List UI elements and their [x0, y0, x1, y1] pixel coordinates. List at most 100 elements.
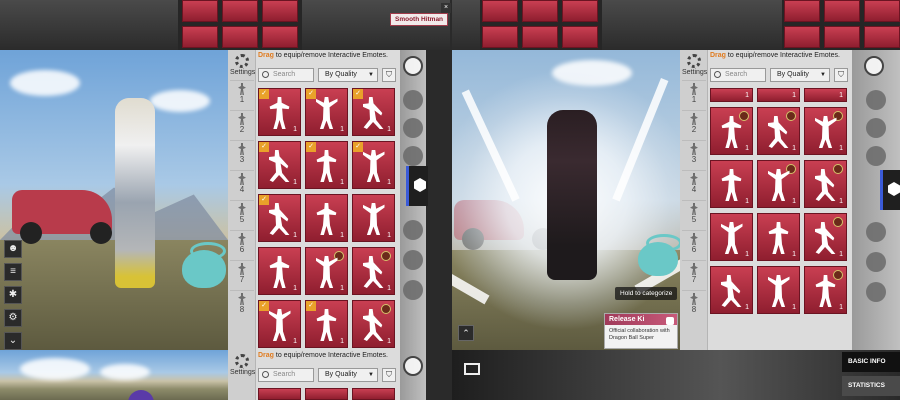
cube-icon[interactable] — [880, 170, 900, 210]
emote-tile[interactable]: 1 — [305, 194, 348, 242]
emote-tile[interactable]: ✓ 1 — [352, 141, 395, 189]
mini-emote-tile[interactable] — [182, 26, 218, 48]
emote-tile[interactable]: ✓ 1 — [305, 141, 348, 189]
gun-icon[interactable] — [403, 118, 423, 138]
filter-icon[interactable]: ⛉ — [382, 368, 396, 382]
gear-icon[interactable]: ✱ — [4, 286, 22, 304]
emote-tile[interactable]: 1 — [757, 213, 800, 261]
mini-emote-tile[interactable] — [222, 26, 258, 48]
expand-icon[interactable] — [464, 363, 480, 375]
settings-icon[interactable]: ⚙ — [4, 309, 22, 327]
chevron-down-icon[interactable]: ⌄ — [4, 332, 22, 350]
parachute-icon[interactable] — [403, 250, 423, 270]
emote-slot[interactable]: 8 — [230, 290, 254, 316]
emote-tile[interactable]: 1 — [710, 107, 753, 155]
emote-slot[interactable]: 2 — [682, 110, 706, 136]
emote-tile[interactable]: 1 — [710, 213, 753, 261]
helmet-icon[interactable] — [866, 90, 886, 110]
emote-tile[interactable]: 1 — [757, 160, 800, 208]
search-input[interactable]: Search — [258, 368, 314, 382]
emote-slot[interactable]: 6 — [230, 230, 254, 256]
emote-slot[interactable]: 5 — [682, 200, 706, 226]
emote-slot[interactable]: 4 — [682, 170, 706, 196]
filter-icon[interactable]: ⛉ — [834, 68, 848, 82]
emote-slot[interactable]: 2 — [230, 110, 254, 136]
search-input[interactable]: Search — [258, 68, 314, 82]
settings-button[interactable]: Settings — [230, 52, 255, 76]
emote-tile[interactable]: 1 — [804, 107, 847, 155]
character-icon[interactable]: ☻ — [4, 240, 22, 258]
emote-tile[interactable]: 1 — [258, 247, 301, 295]
emote-tile[interactable]: 1 — [710, 266, 753, 314]
mini-emote-tile[interactable] — [262, 0, 298, 22]
settings-button[interactable]: Settings — [682, 52, 707, 76]
tab-statistics[interactable]: STATISTICS — [842, 376, 900, 396]
chevron-up-icon[interactable]: ⌃ — [458, 325, 474, 341]
emote-slot[interactable]: 1 — [230, 80, 254, 106]
helmet-icon[interactable] — [403, 90, 423, 110]
emote-tile[interactable]: ✓ 1 — [305, 88, 348, 136]
emote-tile[interactable] — [305, 388, 348, 400]
emote-tile[interactable]: 1 — [804, 266, 847, 314]
backpack-icon[interactable] — [866, 282, 886, 302]
emote-tile[interactable] — [352, 388, 395, 400]
emote-tile[interactable]: 1 — [804, 213, 847, 261]
emote-tile[interactable]: ✓ 1 — [352, 88, 395, 136]
emote-tile[interactable]: 1 — [804, 160, 847, 208]
mini-emote-tile[interactable] — [262, 26, 298, 48]
crate-icon[interactable] — [403, 220, 423, 240]
tab-basic-info[interactable]: BASIC INFO — [842, 352, 900, 372]
layers-icon[interactable]: ≡ — [4, 263, 22, 281]
mini-emote-tile[interactable] — [482, 0, 518, 22]
emote-tile[interactable]: 1 — [352, 194, 395, 242]
mini-emote-tile[interactable] — [522, 26, 558, 48]
emote-face-icon[interactable] — [864, 56, 884, 76]
emote-tile[interactable]: ✓ 1 — [258, 194, 301, 242]
emote-tile[interactable]: 1 — [710, 88, 753, 102]
mini-emote-tile[interactable] — [864, 0, 900, 22]
emote-slot[interactable]: 3 — [230, 140, 254, 166]
mini-emote-tile[interactable] — [824, 26, 860, 48]
emote-tile[interactable]: 1 — [757, 88, 800, 102]
emote-tile[interactable]: 1 — [710, 160, 753, 208]
emote-slot[interactable]: 1 — [682, 80, 706, 106]
emote-tile[interactable]: 1 — [804, 88, 847, 102]
emote-tile[interactable]: ✓ 1 — [258, 88, 301, 136]
mini-emote-tile[interactable] — [522, 0, 558, 22]
emote-slot[interactable]: 8 — [682, 290, 706, 316]
emote-slot[interactable]: 4 — [230, 170, 254, 196]
emote-slot[interactable]: 3 — [682, 140, 706, 166]
parachute-icon[interactable] — [866, 252, 886, 272]
mini-emote-tile[interactable] — [784, 26, 820, 48]
sort-dropdown[interactable]: By Quality ▼ — [318, 68, 378, 82]
sort-dropdown[interactable]: By Quality ▼ — [318, 368, 378, 382]
steering-wheel-icon[interactable] — [403, 146, 423, 166]
settings-button[interactable]: Settings — [230, 352, 255, 376]
mini-emote-tile[interactable] — [864, 26, 900, 48]
emote-tile[interactable]: 1 — [305, 247, 348, 295]
close-icon[interactable]: × — [441, 3, 451, 13]
emote-face-icon[interactable] — [403, 356, 423, 376]
filter-icon[interactable]: ⛉ — [382, 68, 396, 82]
gun-icon[interactable] — [866, 118, 886, 138]
cube-icon[interactable] — [406, 166, 428, 206]
emote-tile[interactable]: 1 — [352, 247, 395, 295]
crate-icon[interactable] — [866, 222, 886, 242]
mini-emote-tile[interactable] — [182, 0, 218, 22]
emote-tile[interactable]: ✓ 1 — [305, 300, 348, 348]
mini-emote-tile[interactable] — [222, 0, 258, 22]
search-input[interactable]: Search — [710, 68, 766, 82]
mini-emote-tile[interactable] — [562, 26, 598, 48]
mini-emote-tile[interactable] — [784, 0, 820, 22]
steering-wheel-icon[interactable] — [866, 146, 886, 166]
sort-dropdown[interactable]: By Quality ▼ — [770, 68, 830, 82]
emote-face-icon[interactable] — [403, 56, 423, 76]
emote-tile[interactable]: ✓ 1 — [258, 300, 301, 348]
emote-tile[interactable] — [258, 388, 301, 400]
emote-tile[interactable]: 1 — [757, 266, 800, 314]
emote-slot[interactable]: 7 — [682, 260, 706, 286]
mini-emote-tile[interactable] — [482, 26, 518, 48]
mini-emote-tile[interactable] — [824, 0, 860, 22]
backpack-icon[interactable] — [403, 280, 423, 300]
emote-tile[interactable]: 1 — [757, 107, 800, 155]
